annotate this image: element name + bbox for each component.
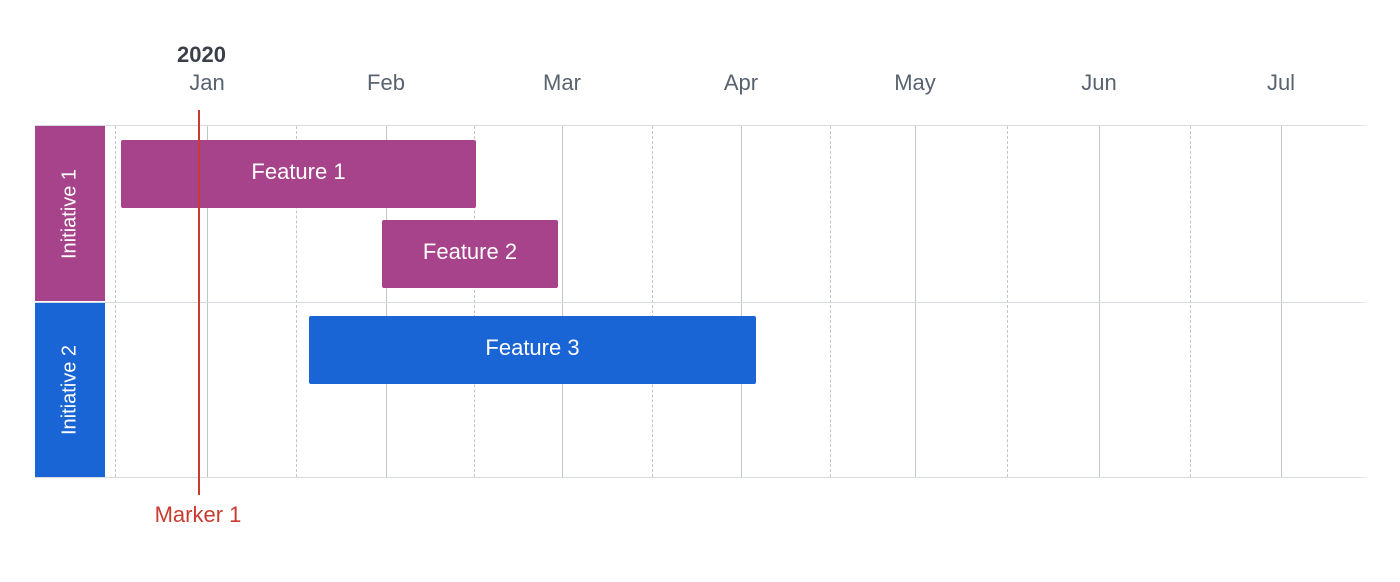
gantt-bar-label: Feature 2 xyxy=(382,239,558,265)
gantt-bar-label: Feature 1 xyxy=(121,159,476,185)
swimlane-label: Initiative 2 xyxy=(59,345,82,435)
swimlane-label: Initiative 1 xyxy=(59,168,82,258)
month-label-jan: Jan xyxy=(189,70,224,96)
gantt-bar-feature-2[interactable]: Feature 2 xyxy=(382,220,558,288)
year-label: 2020 xyxy=(177,42,226,68)
plot-area: Initiative 1 Initiative 2 Feature 1 Feat… xyxy=(35,125,1375,477)
swimlane-header-initiative-2[interactable]: Initiative 2 xyxy=(35,303,105,477)
month-label-apr: Apr xyxy=(724,70,758,96)
month-label-jul: Jul xyxy=(1267,70,1295,96)
gantt-bar-label: Feature 3 xyxy=(309,335,756,361)
month-label-may: May xyxy=(894,70,936,96)
timeline-marker-label: Marker 1 xyxy=(155,502,242,528)
gantt-bar-feature-3[interactable]: Feature 3 xyxy=(309,316,756,384)
lane-divider xyxy=(35,477,1375,478)
swimlane-header-initiative-1[interactable]: Initiative 1 xyxy=(35,126,105,301)
lane-divider xyxy=(35,302,1375,303)
month-label-jun: Jun xyxy=(1081,70,1116,96)
timeline-marker[interactable] xyxy=(198,110,200,495)
month-label-mar: Mar xyxy=(543,70,581,96)
gantt-chart: 2020 Jan Feb Mar Apr May Jun Jul Init xyxy=(0,0,1400,582)
gantt-bar-feature-1[interactable]: Feature 1 xyxy=(121,140,476,208)
month-label-feb: Feb xyxy=(367,70,405,96)
